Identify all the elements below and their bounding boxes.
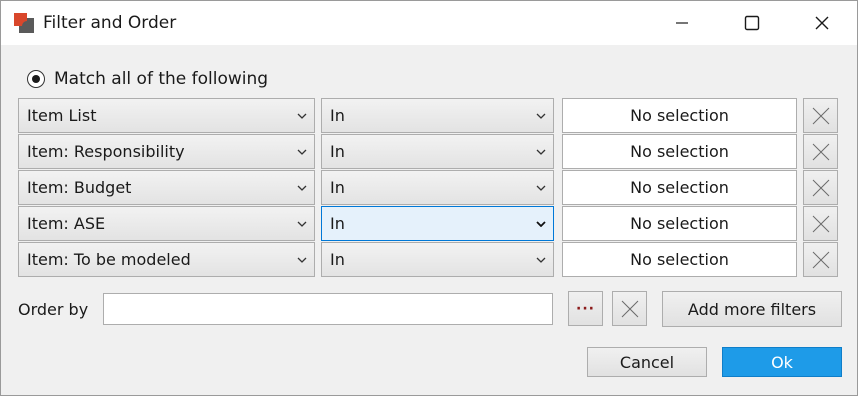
- app-icon: [13, 12, 35, 34]
- maximize-button[interactable]: [717, 1, 787, 45]
- filter-operator-dropdown-4[interactable]: In: [321, 206, 554, 241]
- remove-filter-button-1[interactable]: [803, 98, 838, 133]
- remove-icon: [812, 251, 829, 268]
- chevron-down-icon: [290, 106, 314, 126]
- filter-operator-value: In: [330, 250, 345, 269]
- remove-icon: [812, 143, 829, 160]
- remove-icon: [812, 107, 829, 124]
- minimize-button[interactable]: [647, 1, 717, 45]
- filter-field-value: Item: Responsibility: [27, 142, 185, 161]
- filter-field-value: Item: Budget: [27, 178, 132, 197]
- chevron-down-icon: [290, 178, 314, 198]
- filter-field-value: Item: To be modeled: [27, 250, 191, 269]
- close-button[interactable]: [787, 1, 857, 45]
- remove-filter-button-2[interactable]: [803, 134, 838, 169]
- remove-filter-button-5[interactable]: [803, 242, 838, 277]
- filter-operator-value: In: [330, 178, 345, 197]
- order-by-clear-button[interactable]: [612, 291, 647, 326]
- ok-button[interactable]: Ok: [722, 347, 842, 377]
- order-by-input[interactable]: [103, 293, 553, 325]
- chevron-down-icon: [529, 106, 553, 126]
- filter-field-dropdown-1[interactable]: Item List: [18, 98, 315, 133]
- filter-value-box-1[interactable]: No selection: [562, 98, 797, 133]
- maximize-icon: [744, 15, 760, 31]
- title-bar: Filter and Order: [1, 1, 857, 45]
- filter-value-box-3[interactable]: No selection: [562, 170, 797, 205]
- filter-value-box-5[interactable]: No selection: [562, 242, 797, 277]
- chevron-down-icon: [290, 142, 314, 162]
- filter-value-text: No selection: [630, 178, 729, 197]
- filter-operator-value: In: [330, 214, 345, 233]
- order-by-browse-button[interactable]: ···: [568, 291, 603, 326]
- close-icon: [815, 16, 829, 30]
- chevron-down-icon: [529, 250, 553, 270]
- chevron-down-icon: [529, 178, 553, 198]
- more-icon: ···: [576, 300, 595, 317]
- cancel-button[interactable]: Cancel: [587, 347, 707, 377]
- chevron-down-icon: [290, 250, 314, 270]
- filter-operator-dropdown-3[interactable]: In: [321, 170, 554, 205]
- filter-operator-value: In: [330, 106, 345, 125]
- filter-value-text: No selection: [630, 250, 729, 269]
- filter-operator-value: In: [330, 142, 345, 161]
- filter-value-box-2[interactable]: No selection: [562, 134, 797, 169]
- order-by-label: Order by: [18, 300, 89, 319]
- remove-filter-button-3[interactable]: [803, 170, 838, 205]
- remove-icon: [812, 179, 829, 196]
- filter-value-text: No selection: [630, 214, 729, 233]
- filter-field-dropdown-3[interactable]: Item: Budget: [18, 170, 315, 205]
- filter-value-text: No selection: [630, 142, 729, 161]
- remove-icon: [621, 300, 638, 317]
- chevron-down-icon: [290, 214, 314, 234]
- minimize-icon: [676, 22, 688, 24]
- filter-field-dropdown-4[interactable]: Item: ASE: [18, 206, 315, 241]
- radio-selected-dot: [32, 75, 40, 83]
- window-title: Filter and Order: [43, 13, 177, 33]
- chevron-down-icon: [529, 142, 553, 162]
- filter-operator-dropdown-5[interactable]: In: [321, 242, 554, 277]
- filter-order-dialog: Filter and Order Match all of the follow…: [0, 0, 858, 396]
- filter-field-value: Item: ASE: [27, 214, 106, 233]
- filter-operator-dropdown-2[interactable]: In: [321, 134, 554, 169]
- filter-field-value: Item List: [27, 106, 97, 125]
- match-all-radio[interactable]: [27, 70, 45, 88]
- add-more-filters-button[interactable]: Add more filters: [662, 291, 842, 327]
- remove-icon: [812, 215, 829, 232]
- chevron-down-icon: [529, 214, 553, 234]
- filter-field-dropdown-5[interactable]: Item: To be modeled: [18, 242, 315, 277]
- filter-operator-dropdown-1[interactable]: In: [321, 98, 554, 133]
- remove-filter-button-4[interactable]: [803, 206, 838, 241]
- filter-value-text: No selection: [630, 106, 729, 125]
- filter-field-dropdown-2[interactable]: Item: Responsibility: [18, 134, 315, 169]
- filter-value-box-4[interactable]: No selection: [562, 206, 797, 241]
- match-all-label: Match all of the following: [54, 69, 269, 89]
- match-all-option[interactable]: Match all of the following: [27, 69, 268, 89]
